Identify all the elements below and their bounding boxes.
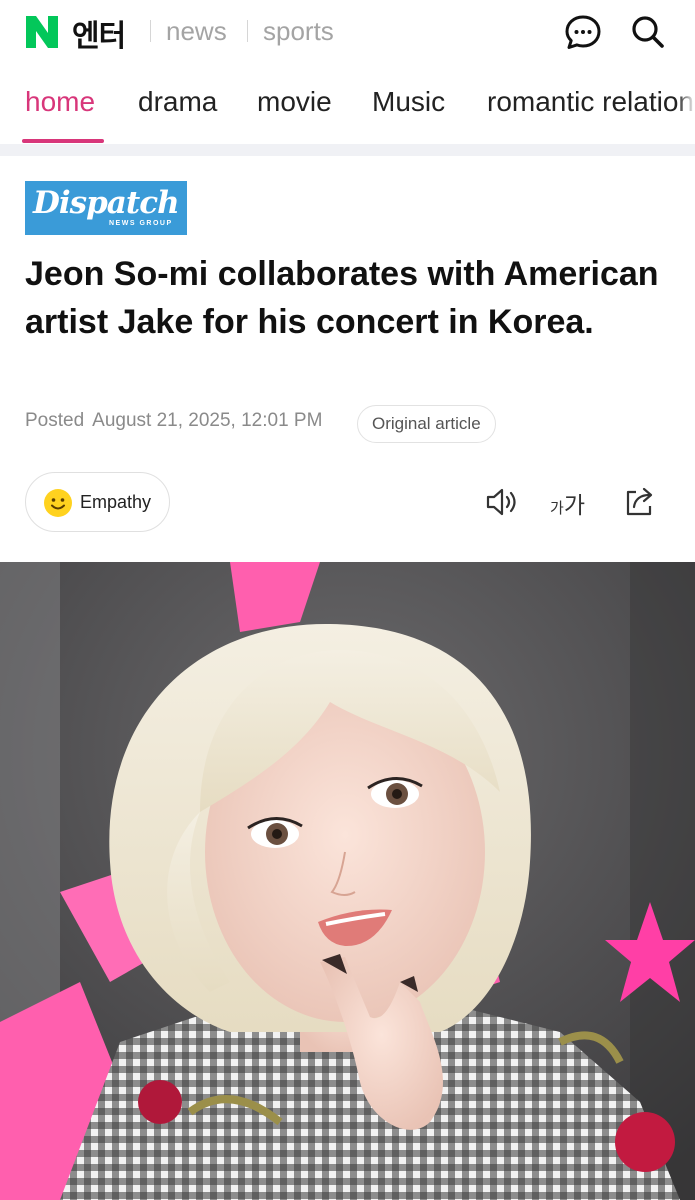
tab-movie[interactable]: movie (257, 86, 332, 118)
empathy-button[interactable]: Empathy (25, 472, 170, 532)
category-tabs: home drama movie Music romantic relation… (0, 72, 695, 144)
press-logo-tagline: NEWS GROUP (109, 220, 173, 227)
tab-music[interactable]: Music (372, 86, 445, 118)
section-logo-text[interactable]: 엔터 (72, 11, 126, 55)
press-logo-dispatch[interactable]: Dispatch NEWS GROUP (25, 181, 187, 235)
tab-home[interactable]: home (25, 86, 95, 118)
share-icon[interactable] (622, 484, 658, 520)
posted-label: Posted (25, 410, 85, 431)
original-article-button[interactable]: Original article (357, 405, 496, 443)
article-meta: Posted August 21, 2025, 12:01 PM (25, 410, 322, 432)
active-tab-indicator (22, 139, 104, 143)
font-size-icon[interactable]: 가가 (550, 486, 585, 520)
article-headline: Jeon So-mi collaborates with American ar… (25, 255, 659, 341)
tabs-fade (677, 72, 695, 144)
chat-bubble-icon[interactable] (563, 12, 603, 52)
article-photo-illustration (0, 562, 695, 1200)
speaker-icon[interactable] (484, 484, 520, 520)
tab-romantic-relations[interactable]: romantic relations (487, 86, 695, 118)
news-link[interactable]: news (166, 16, 227, 47)
section-divider (0, 144, 695, 156)
divider (150, 20, 151, 42)
press-logo-name: Dispatch (33, 185, 180, 221)
search-icon[interactable] (628, 12, 668, 52)
font-size-small-glyph: 가 (550, 499, 564, 517)
naver-logo-icon[interactable] (24, 14, 60, 50)
smile-icon (44, 489, 72, 517)
sports-link[interactable]: sports (263, 16, 334, 47)
font-size-big-glyph: 가 (563, 493, 585, 519)
divider (247, 20, 248, 42)
tab-drama[interactable]: drama (138, 86, 217, 118)
empathy-label: Empathy (80, 492, 152, 512)
top-bar: 엔터 news sports (0, 0, 695, 64)
article-photo[interactable] (0, 562, 695, 1200)
posted-time: August 21, 2025, 12:01 PM (92, 410, 323, 431)
